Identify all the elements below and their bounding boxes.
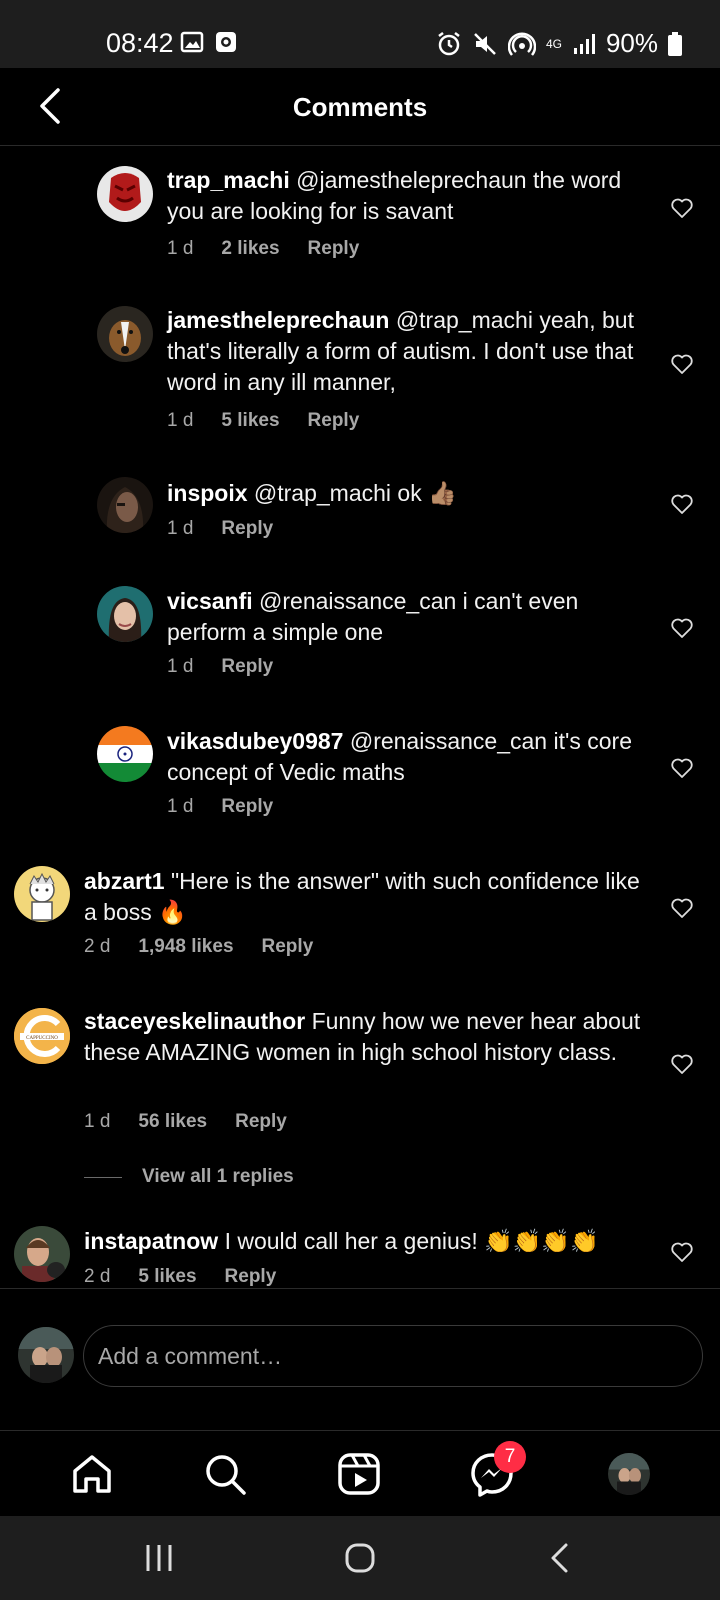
recents-icon[interactable] bbox=[144, 1542, 174, 1574]
comment-likes[interactable]: 5 likes bbox=[138, 1266, 196, 1288]
comment-age: 2 d bbox=[84, 1266, 111, 1287]
home-circle-icon[interactable] bbox=[344, 1542, 376, 1574]
reels-icon[interactable] bbox=[336, 1451, 382, 1497]
messages-badge: 7 bbox=[494, 1441, 526, 1473]
profile-avatar[interactable] bbox=[608, 1453, 650, 1495]
comment-composer bbox=[0, 1288, 720, 1430]
avatar-image bbox=[608, 1453, 650, 1495]
avatar[interactable] bbox=[14, 1226, 70, 1282]
avatar-image bbox=[18, 1327, 74, 1383]
system-navigation-bar bbox=[0, 1516, 720, 1600]
comment-input[interactable] bbox=[83, 1325, 703, 1387]
comment-text: instapatnow I would call her a genius! 👏… bbox=[84, 1226, 644, 1257]
comment-content: I would call her a genius! 👏👏👏👏 bbox=[224, 1228, 599, 1254]
comment-meta: 2 d 5 likes Reply bbox=[84, 1266, 276, 1288]
avatar-image bbox=[14, 1226, 70, 1282]
back-chevron-icon[interactable] bbox=[548, 1542, 572, 1574]
current-user-avatar bbox=[18, 1327, 74, 1383]
bottom-navigation: 7 bbox=[0, 1430, 720, 1516]
comment-username[interactable]: instapatnow bbox=[84, 1228, 218, 1254]
reply-button[interactable]: Reply bbox=[225, 1266, 277, 1288]
home-icon[interactable] bbox=[69, 1451, 115, 1497]
search-icon[interactable] bbox=[202, 1451, 248, 1497]
comment-item: instapatnow I would call her a genius! 👏… bbox=[0, 0, 720, 1288]
heart-icon[interactable] bbox=[670, 1240, 694, 1264]
